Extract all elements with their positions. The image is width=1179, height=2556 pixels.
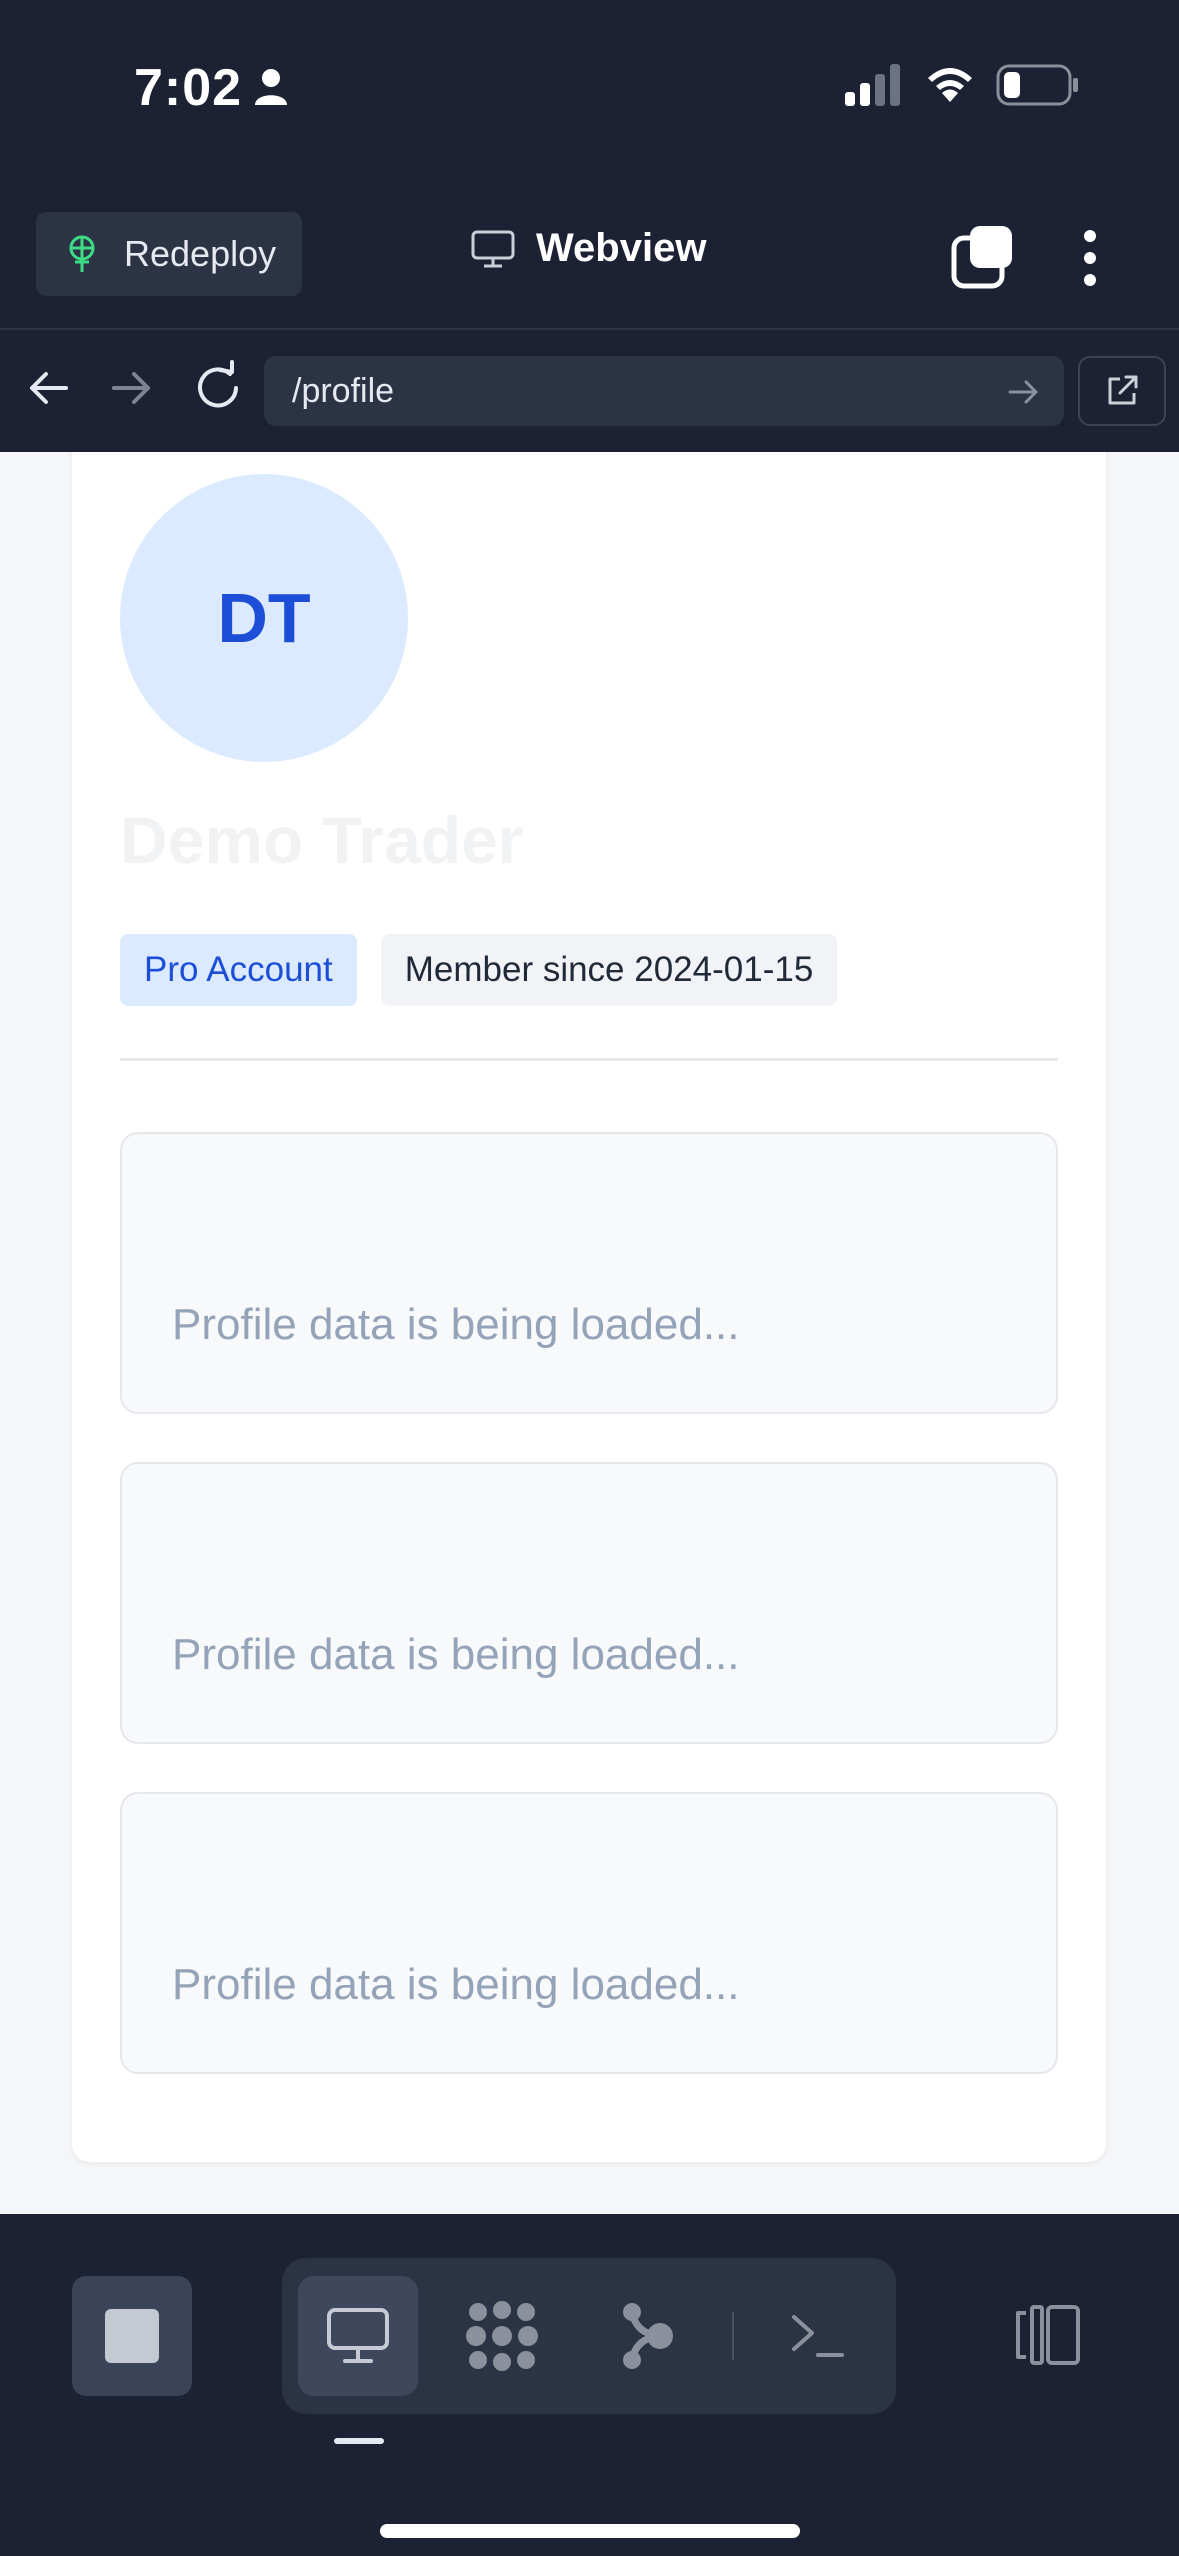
redeploy-icon [69, 235, 95, 272]
profile-name: Demo Trader [120, 803, 524, 877]
open-external-button[interactable] [1078, 356, 1166, 426]
avatar: DT [120, 474, 408, 762]
active-tool-indicator [334, 2438, 384, 2444]
tool-grid[interactable] [442, 2276, 562, 2396]
person-icon [255, 69, 287, 105]
address-bar [0, 332, 1179, 452]
loading-text: Profile data is being loaded... [172, 1630, 740, 1679]
tool-terminal[interactable] [758, 2276, 878, 2396]
terminal-icon [792, 2315, 844, 2357]
back-arrow-icon[interactable] [22, 362, 74, 414]
tool-branch[interactable] [586, 2276, 706, 2396]
more-options-icon[interactable] [1070, 226, 1110, 290]
plan-badge: Pro Account [120, 934, 357, 1006]
status-time: 7:02 [134, 59, 243, 117]
loading-section: Profile data is being loaded... [120, 1792, 1058, 2074]
grid-dots-icon [466, 2301, 538, 2371]
status-bar: 7:02 [0, 0, 1179, 180]
webview-content: DT Demo Trader Pro Account Member since … [0, 452, 1179, 2214]
panel-layout-icon [1016, 2305, 1080, 2365]
go-arrow-icon[interactable] [1006, 374, 1042, 410]
wifi-icon [928, 68, 972, 102]
stop-button[interactable] [72, 2276, 192, 2396]
branch-icon [623, 2303, 673, 2369]
reload-icon[interactable] [190, 360, 246, 416]
redeploy-label: Redeploy [124, 233, 277, 274]
battery-icon [996, 64, 1078, 106]
loading-text: Profile data is being loaded... [172, 1960, 740, 2009]
bottom-toolbar [0, 2214, 1179, 2556]
forward-arrow-icon[interactable] [106, 362, 158, 414]
external-link-icon [1108, 375, 1138, 405]
cellular-signal-icon [845, 64, 900, 106]
home-indicator [380, 2524, 800, 2538]
profile-badges: Pro Account Member since 2024-01-15 [120, 934, 838, 1006]
loading-section: Profile data is being loaded... [120, 1462, 1058, 1744]
member-since-badge: Member since 2024-01-15 [380, 934, 838, 1006]
page-title: Webview [470, 226, 706, 271]
page-title-text: Webview [536, 226, 707, 270]
monitor-icon [471, 230, 515, 267]
loading-text: Profile data is being loaded... [172, 1300, 740, 1349]
stop-icon [105, 2309, 159, 2363]
tool-switcher [282, 2258, 896, 2414]
loading-section: Profile data is being loaded... [120, 1132, 1058, 1414]
divider [120, 1058, 1058, 1061]
toolbar-separator [732, 2312, 734, 2360]
app-header: Redeploy Webview [0, 190, 1179, 330]
tool-webview[interactable] [298, 2276, 418, 2396]
profile-card: DT Demo Trader Pro Account Member since … [72, 452, 1106, 2162]
monitor-icon [327, 2308, 389, 2363]
url-input[interactable] [264, 356, 1064, 426]
layout-toggle-button[interactable] [1004, 2280, 1092, 2390]
redeploy-button[interactable]: Redeploy [36, 212, 302, 296]
tabs-icon[interactable] [950, 224, 1016, 290]
